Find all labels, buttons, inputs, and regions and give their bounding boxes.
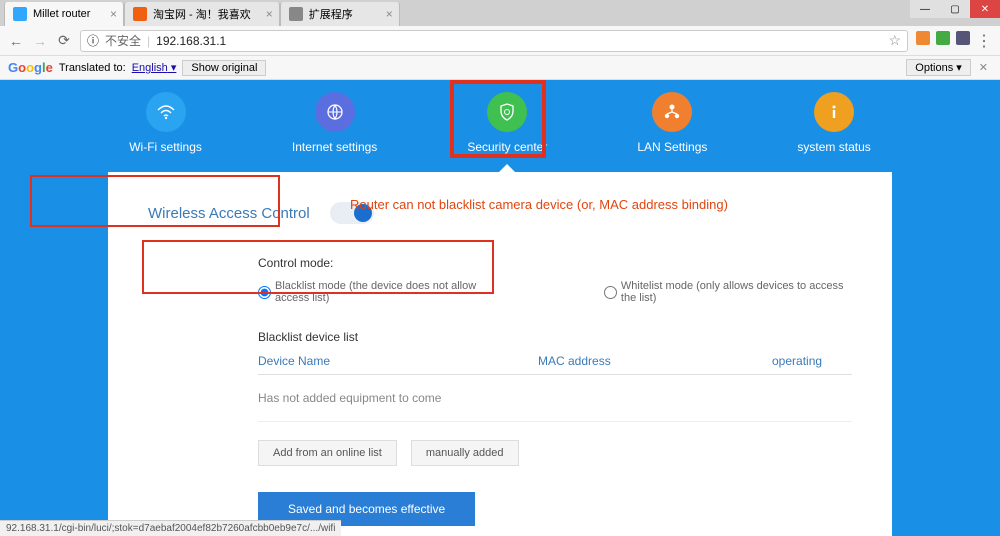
add-online-button[interactable]: Add from an online list: [258, 440, 397, 466]
insecure-label: 不安全: [105, 32, 141, 49]
shield-icon: [487, 92, 527, 132]
nav-system-status[interactable]: system status: [797, 92, 870, 154]
url-text: 192.168.31.1: [156, 34, 226, 48]
radio-input[interactable]: [604, 286, 617, 299]
nav-security-center[interactable]: Security center: [467, 92, 547, 154]
translated-to-label: Translated to:: [59, 62, 126, 74]
extension-icon[interactable]: [956, 31, 970, 45]
th-device-name[interactable]: Device Name: [258, 354, 538, 368]
nav-wifi-settings[interactable]: Wi-Fi settings: [129, 92, 202, 154]
radio-label: Whitelist mode (only allows devices to a…: [621, 280, 852, 304]
control-mode-label: Control mode:: [258, 256, 852, 270]
tab-taobao[interactable]: 淘宝网 - 淘！我喜欢 ×: [124, 2, 280, 26]
tab-close-icon[interactable]: ×: [110, 7, 117, 21]
nav-label: Internet settings: [292, 140, 377, 154]
language-select[interactable]: English ▾: [132, 61, 177, 74]
manually-add-button[interactable]: manually added: [411, 440, 519, 466]
table-empty-row: Has not added equipment to come: [258, 375, 852, 422]
tab-extensions[interactable]: 扩展程序 ×: [280, 2, 400, 26]
translate-bar: Google Translated to: English ▾ Show ori…: [0, 56, 1000, 80]
globe-icon: [315, 92, 355, 132]
table-header: Device Name MAC address operating: [258, 354, 852, 375]
network-icon: [652, 92, 692, 132]
back-button[interactable]: ←: [8, 33, 24, 49]
control-mode-block: Control mode: Blacklist mode (the device…: [258, 256, 852, 304]
extension-icon[interactable]: [916, 31, 930, 45]
info-icon: [814, 92, 854, 132]
window-maximize[interactable]: ▢: [940, 0, 970, 18]
bookmark-star-icon[interactable]: ☆: [888, 32, 901, 49]
wifi-icon: [146, 92, 186, 132]
show-original-button[interactable]: Show original: [182, 60, 266, 76]
top-nav: Wi-Fi settings Internet settings Securit…: [0, 80, 1000, 172]
nav-internet-settings[interactable]: Internet settings: [292, 92, 377, 154]
window-minimize[interactable]: —: [910, 0, 940, 18]
radio-input[interactable]: [258, 286, 271, 299]
extension-icon[interactable]: [936, 31, 950, 45]
google-logo: Google: [8, 60, 53, 75]
tab-title: Millet router: [33, 8, 90, 20]
url-input[interactable]: ⓘ 不安全 | 192.168.31.1 ☆: [80, 30, 908, 52]
info-icon: ⓘ: [87, 32, 99, 49]
tab-close-icon[interactable]: ×: [266, 7, 273, 21]
tab-title: 淘宝网 - 淘！我喜欢: [153, 6, 251, 22]
tab-router[interactable]: Millet router ×: [4, 2, 124, 26]
nav-lan-settings[interactable]: LAN Settings: [637, 92, 707, 154]
th-operating[interactable]: operating: [772, 354, 852, 368]
nav-label: Security center: [467, 140, 547, 154]
blacklist-block: Blacklist device list Device Name MAC ad…: [258, 330, 852, 526]
whitelist-mode-radio[interactable]: Whitelist mode (only allows devices to a…: [604, 280, 852, 304]
window-close[interactable]: ✕: [970, 0, 1000, 18]
favicon-icon: [13, 7, 27, 21]
main-panel: Wireless Access Control Control mode: Bl…: [108, 172, 892, 536]
favicon-icon: [289, 7, 303, 21]
page-content: Wi-Fi settings Internet settings Securit…: [0, 80, 1000, 536]
status-bar: 92.168.31.1/cgi-bin/luci/;stok=d7aebaf20…: [0, 520, 341, 536]
th-mac-address[interactable]: MAC address: [538, 354, 772, 368]
blacklist-title: Blacklist device list: [258, 330, 852, 344]
nav-label: Wi-Fi settings: [129, 140, 202, 154]
annotation-text: Router can not blacklist camera device (…: [350, 197, 728, 212]
address-bar: ← → ⟳ ⓘ 不安全 | 192.168.31.1 ☆ ⋮: [0, 26, 1000, 56]
tab-close-icon[interactable]: ×: [386, 7, 393, 21]
translate-close-icon[interactable]: ✕: [975, 61, 992, 74]
radio-label: Blacklist mode (the device does not allo…: [275, 280, 504, 304]
section-title-text: Wireless Access Control: [148, 205, 310, 222]
nav-label: LAN Settings: [637, 140, 707, 154]
reload-button[interactable]: ⟳: [56, 33, 72, 49]
favicon-icon: [133, 7, 147, 21]
nav-label: system status: [797, 140, 870, 154]
forward-button[interactable]: →: [32, 33, 48, 49]
translate-options-button[interactable]: Options ▾: [906, 59, 971, 76]
blacklist-mode-radio[interactable]: Blacklist mode (the device does not allo…: [258, 280, 504, 304]
browser-tab-strip: Millet router × 淘宝网 - 淘！我喜欢 × 扩展程序 ×: [0, 0, 1000, 26]
tab-title: 扩展程序: [309, 6, 353, 22]
menu-icon[interactable]: ⋮: [976, 31, 992, 51]
